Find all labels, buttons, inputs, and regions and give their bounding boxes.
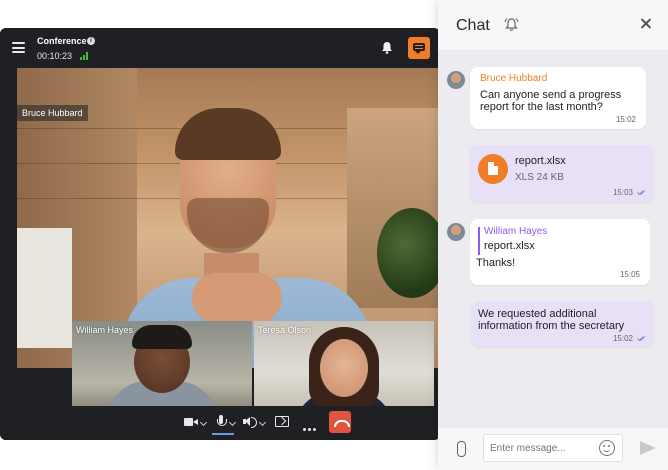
chat-title: Chat <box>456 17 490 34</box>
file-name: report.xlsx <box>515 155 566 167</box>
message-composer <box>438 428 668 470</box>
microphone-level-bar <box>212 433 234 435</box>
call-timer: 00:10:23 <box>37 51 73 61</box>
quote-text: report.xlsx <box>484 240 535 252</box>
file-icon <box>478 154 508 184</box>
close-icon[interactable] <box>639 17 653 31</box>
message-text: Can anyone send a progress <box>480 89 622 101</box>
chat-toggle-button[interactable] <box>408 37 430 59</box>
hang-up-button[interactable] <box>329 411 351 433</box>
message-text: information from the secretary <box>478 320 625 332</box>
message-text: Thanks! <box>476 257 516 269</box>
screen-share-icon[interactable] <box>275 415 289 429</box>
message-text: report for the last month? <box>480 101 603 113</box>
message-time: 15:03 <box>612 188 633 197</box>
call-controls-bar <box>0 406 440 440</box>
emoji-icon[interactable] <box>599 440 615 456</box>
message-time: 15:02 <box>615 115 636 124</box>
quote-bar <box>478 227 480 255</box>
video-call-window: Conference i 00:10:23 Bruce Hubbard Will… <box>0 28 440 440</box>
bell-icon[interactable] <box>381 41 393 54</box>
conference-title: Conference <box>37 36 87 46</box>
paperclip-icon[interactable] <box>457 441 466 457</box>
chat-bubble-icon <box>413 43 425 54</box>
message-time: 15:05 <box>619 270 640 279</box>
more-options-icon[interactable] <box>303 418 319 432</box>
participant-name-thumb: Teresa Olson <box>258 325 312 335</box>
file-meta: XLS 24 KB <box>515 172 564 183</box>
speaker-icon[interactable] <box>243 415 257 429</box>
file-attachment-message[interactable]: report.xlsx XLS 24 KB 15:03 <box>470 145 654 202</box>
avatar <box>447 71 465 89</box>
phone-icon <box>334 420 350 427</box>
notification-bell-icon[interactable] <box>504 17 519 32</box>
message-text: We requested additional <box>478 308 597 320</box>
chat-message: William Hayes report.xlsx Thanks! 15:05 <box>470 219 650 285</box>
camera-icon[interactable] <box>184 415 198 429</box>
participant-name-main: Bruce Hubbard <box>17 105 88 121</box>
chevron-down-icon[interactable] <box>199 418 208 427</box>
menu-icon[interactable] <box>12 42 25 53</box>
chat-panel: Chat Bruce Hubbard Can anyone send a pro… <box>438 0 668 470</box>
info-icon[interactable]: i <box>87 37 95 45</box>
chat-header: Chat <box>438 0 668 50</box>
send-icon[interactable] <box>640 441 656 455</box>
microphone-icon[interactable] <box>216 415 227 429</box>
message-time: 15:02 <box>612 334 633 343</box>
avatar <box>447 223 465 241</box>
chevron-down-icon[interactable] <box>228 418 237 427</box>
read-check-icon <box>637 336 646 341</box>
read-check-icon <box>637 190 646 195</box>
participant-name-thumb: William Hayes <box>76 325 134 335</box>
quote-sender: William Hayes <box>484 226 548 237</box>
signal-strength-icon <box>80 52 90 60</box>
chevron-down-icon[interactable] <box>258 418 267 427</box>
call-top-bar: Conference i 00:10:23 <box>0 28 440 68</box>
message-sender: Bruce Hubbard <box>480 73 548 84</box>
chat-message: We requested additional information from… <box>471 301 654 347</box>
chat-message: Bruce Hubbard Can anyone send a progress… <box>470 67 646 129</box>
